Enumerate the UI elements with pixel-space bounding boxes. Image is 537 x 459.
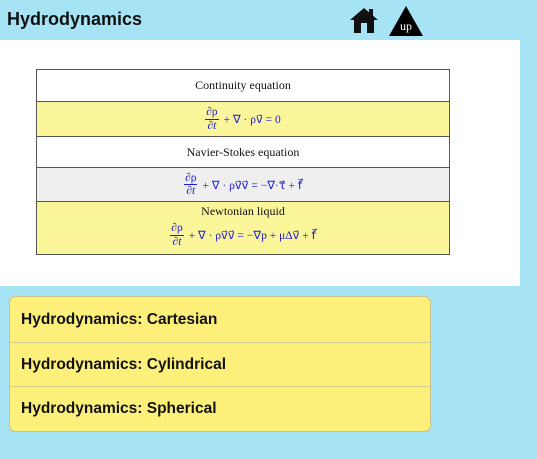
navier-stokes-formula: ∂ρ ∂t + ∇ · ρv⃗v⃗ = −∇·τ⃗ + f⃗ xyxy=(184,168,302,201)
fraction: ∂ρ ∂t xyxy=(170,222,184,248)
home-icon xyxy=(350,8,378,33)
fraction-denominator: ∂t xyxy=(207,119,217,132)
up-button[interactable]: up xyxy=(388,5,424,37)
page-title: Hydrodynamics xyxy=(7,9,143,29)
fraction-numerator: ∂ρ xyxy=(205,106,219,120)
newtonian-liquid-formula: ∂ρ ∂t + ∇ · ρv⃗v⃗ = −∇p + μΔv⃗ + f⃗ xyxy=(170,218,316,252)
continuity-label: Continuity equation xyxy=(37,70,449,101)
up-label: up xyxy=(400,19,412,33)
equations-table: Continuity equation ∂ρ ∂t + ∇ · ρv⃗ = 0 … xyxy=(36,69,450,255)
fraction-numerator: ∂ρ xyxy=(170,222,184,236)
formula-rest: + ∇ · ρv⃗v⃗ = −∇p + μΔv⃗ + f⃗ xyxy=(188,230,316,242)
continuity-formula: ∂ρ ∂t + ∇ · ρv⃗ = 0 xyxy=(205,102,281,136)
formula-rest: + ∇ · ρv⃗ = 0 xyxy=(223,114,281,126)
navier-stokes-formula-row: ∂ρ ∂t + ∇ · ρv⃗v⃗ = −∇·τ⃗ + f⃗ xyxy=(37,167,449,201)
fraction: ∂ρ ∂t xyxy=(184,172,198,198)
formula-rest: + ∇ · ρv⃗v⃗ = −∇·τ⃗ + f⃗ xyxy=(202,179,302,192)
fraction-numerator: ∂ρ xyxy=(184,172,198,186)
menu-item-spherical[interactable]: Hydrodynamics: Spherical xyxy=(10,386,430,430)
navier-stokes-label: Navier-Stokes equation xyxy=(37,136,449,167)
menu-item-cylindrical[interactable]: Hydrodynamics: Cylindrical xyxy=(10,342,430,386)
continuity-formula-row: ∂ρ ∂t + ∇ · ρv⃗ = 0 xyxy=(37,101,449,136)
fraction: ∂ρ ∂t xyxy=(205,106,219,132)
home-button[interactable] xyxy=(349,6,379,34)
newtonian-liquid-label: Newtonian liquid xyxy=(201,204,285,218)
equations-panel: Continuity equation ∂ρ ∂t + ∇ · ρv⃗ = 0 … xyxy=(0,40,520,286)
fraction-denominator: ∂t xyxy=(186,185,196,198)
menu-item-cartesian[interactable]: Hydrodynamics: Cartesian xyxy=(10,297,430,342)
newtonian-liquid-row: Newtonian liquid ∂ρ ∂t + ∇ · ρv⃗v⃗ = −∇p… xyxy=(37,201,449,254)
hydrodynamics-menu: Hydrodynamics: Cartesian Hydrodynamics: … xyxy=(9,296,431,432)
fraction-denominator: ∂t xyxy=(172,235,182,248)
